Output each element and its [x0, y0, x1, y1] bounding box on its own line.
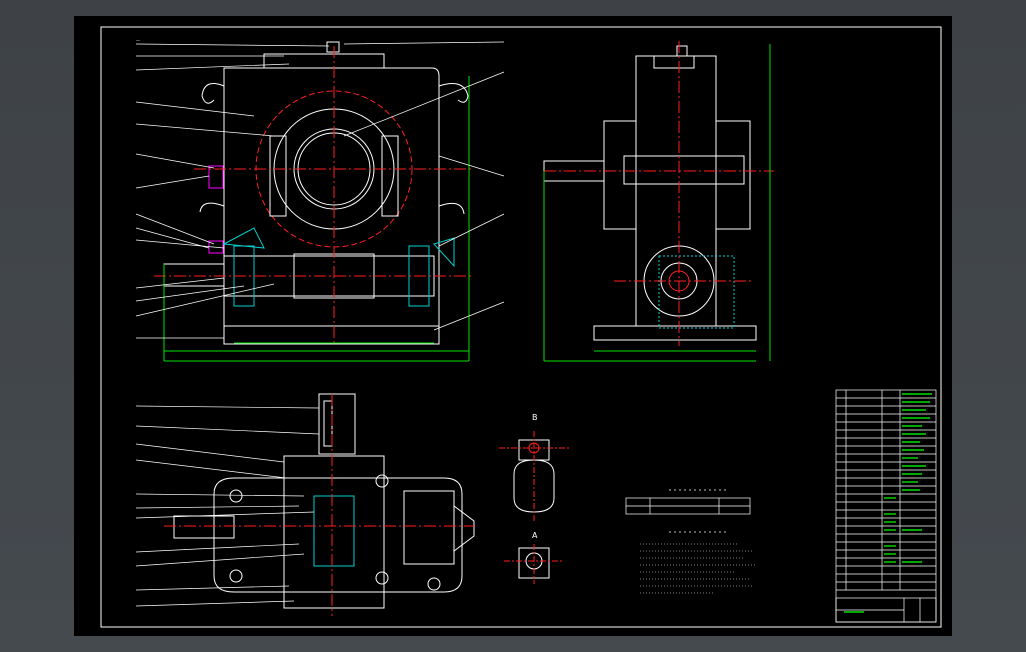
section-b-label: B: [532, 413, 538, 422]
side-view: [543, 41, 774, 362]
cad-viewport[interactable]: — B A: [0, 0, 1026, 652]
drawing-canvas: — B A: [100, 26, 942, 628]
top-view: [135, 393, 475, 616]
parts-list-entries: [844, 393, 932, 613]
technical-requirements-text: [640, 543, 756, 594]
lifting-lug-right: [438, 83, 469, 103]
drawing-sheet: — B A: [74, 16, 952, 636]
section-view-b: B: [499, 413, 569, 521]
technical-characteristics-table: [625, 489, 751, 533]
front-view: —: [135, 38, 505, 362]
lifting-lug-left: [201, 83, 225, 104]
parts-list: [835, 389, 937, 623]
section-view-a: A: [504, 531, 564, 584]
section-a-label: A: [532, 531, 538, 540]
svg-text:—: —: [136, 38, 140, 43]
drawing-frame: [100, 26, 942, 628]
